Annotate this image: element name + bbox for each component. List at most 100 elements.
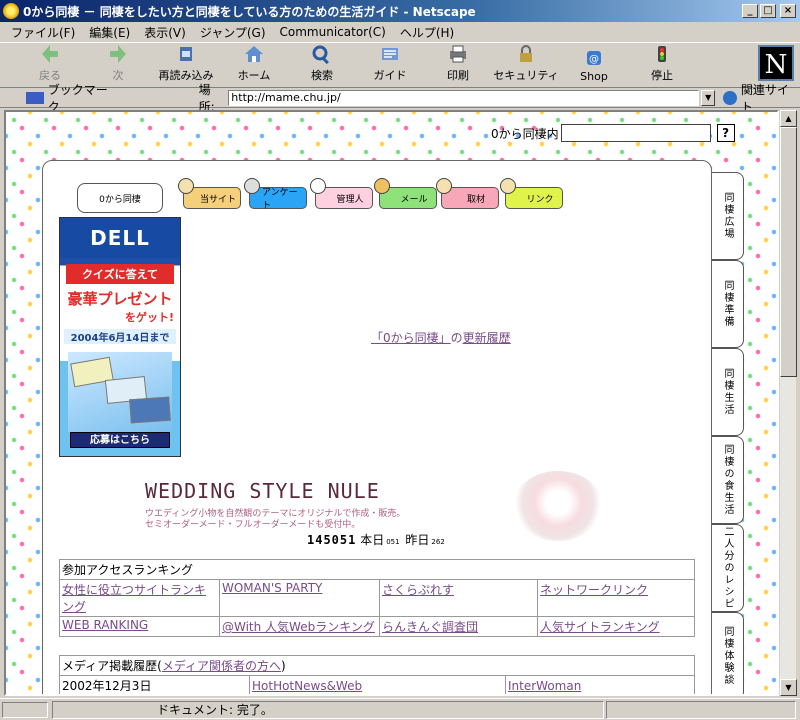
logo-text: 0から同棲 [99,194,141,205]
nav-survey[interactable]: アンケート [244,178,307,211]
netscape-logo: N [758,45,794,81]
netscape-app-icon [3,3,19,19]
scroll-down-button[interactable]: ▼ [780,679,797,696]
bookmark-icon [26,91,44,104]
media-table: メディア掲載履歴(メディア関係者の方へ) 2002年12月3日 HotHotNe… [59,655,695,694]
status-text: ドキュメント: 完了。 [52,700,604,719]
ranking-link[interactable]: ネットワークリンク [540,583,648,597]
counter-yesterday-label: 昨日 [405,533,430,547]
back-arrow-icon [42,45,58,63]
ad-line-present: 豪華プレゼント [67,290,173,308]
side-tab-recipe[interactable]: 二人分のレシピ [712,524,744,612]
shop-icon: @ [587,51,601,65]
stop-button[interactable]: 停止 [628,43,696,87]
nav-about[interactable]: 当サイト [178,178,241,209]
forward-arrow-icon [110,45,126,63]
site-search-button[interactable]: ? [716,124,735,142]
connection-icon [2,701,48,718]
reload-icon [180,47,192,61]
menu-file[interactable]: ファイル(F) [4,24,82,41]
smile-face-icon [500,178,516,194]
site-name-link[interactable]: 「0から同棲」 [371,331,451,345]
nav-links[interactable]: リンク [500,178,563,209]
menu-view[interactable]: 表示(V) [137,24,193,41]
component-bar [606,700,796,719]
table-row: 女性に役立つサイトランキング WOMAN'S PARTY さくらぷれす ネットワ… [59,579,695,617]
media-title: メディア掲載履歴(メディア関係者の方へ) [59,655,695,676]
media-link[interactable]: HotHotNews&Web [252,679,362,693]
related-icon [723,90,737,105]
ranking-link[interactable]: さくらぷれす [382,583,454,597]
main-panel: 0から同棲 当サイト アンケート 管理人 メール 取材 リンク DELL クイズ… [42,160,712,694]
url-input[interactable] [228,89,700,106]
site-logo[interactable]: 0から同棲 [77,183,163,213]
scroll-up-button[interactable]: ▲ [780,110,797,127]
counter-yesterday: 262 [431,538,445,546]
vertical-scrollbar[interactable]: ▲ ▼ [779,110,797,696]
ranking-title: 参加アクセスランキング [59,559,695,580]
menu-edit[interactable]: 編集(E) [82,24,137,41]
ranking-link[interactable]: 女性に役立つサイトランキング [62,583,206,614]
counter-today-label: 本日 [360,533,385,547]
counter-today: 051 [386,538,400,546]
media-contact-link[interactable]: メディア関係者の方へ [162,659,281,673]
site-search-input[interactable] [560,124,711,142]
svg-text:@: @ [589,54,599,65]
lock-icon [520,45,532,62]
nav-mail[interactable]: メール [374,178,437,209]
ranking-link[interactable]: WOMAN'S PARTY [222,581,322,595]
page-viewport: 0から同棲内 ? 0から同棲 当サイト アンケート 管理人 メール 取材 リンク… [4,110,779,696]
ad-line-get: をゲット! [124,311,174,324]
couple-face-icon [436,178,452,194]
status-bar: ドキュメント: 完了。 [0,698,800,720]
home-icon [245,46,263,62]
home-button[interactable]: ホーム [220,43,288,87]
wedding-desc-2: セミオーダーメード・フルオーダーメードも受付中。 [145,520,361,530]
shop-button[interactable]: @ Shop [560,43,628,87]
media-link[interactable]: InterWoman [508,679,581,693]
maximize-button[interactable]: □ [760,4,776,18]
scroll-thumb[interactable] [780,127,797,377]
menu-go[interactable]: ジャンプ(G) [193,24,273,41]
wedding-banner[interactable]: WEDDING STYLE NULE ウエディング小物を自然観のテーマにオリジナ… [145,479,545,531]
navigation-toolbar: 戻る 次 再読み込み ホーム 検索 ガイド 印刷 セキュリティ @ Shop 停… [0,42,800,88]
ad-line-quiz: クイズに答えて [66,264,174,284]
window-title: 0から同棲 － 同棲をしたい方と同棲をしている方のための生活ガイド - Nets… [23,4,476,19]
side-tab-life[interactable]: 同棲生活 [712,348,744,436]
update-history-link[interactable]: 更新履歴 [463,331,511,345]
table-row: WEB RANKING @With 人気Webランキング らんきんぐ調査団 人気… [59,616,695,637]
title-bar: 0から同棲 － 同棲をしたい方と同棲をしている方のための生活ガイド - Nets… [0,0,800,22]
security-button[interactable]: セキュリティ [492,43,560,87]
side-tab-food[interactable]: 同棲の食生活 [712,436,744,524]
ranking-link[interactable]: らんきんぐ調査団 [382,620,478,634]
search-button[interactable]: 検索 [288,43,356,87]
nav-admin[interactable]: 管理人 [310,178,373,209]
ad-apply-button[interactable]: 応募はこちら [70,432,170,448]
guide-icon [382,48,398,60]
side-tab-preparation[interactable]: 同棲準備 [712,260,744,348]
close-button[interactable]: × [780,4,796,18]
search-icon [312,45,329,65]
url-dropdown-button[interactable]: ▼ [701,89,716,106]
guide-button[interactable]: ガイド [356,43,424,87]
menu-help[interactable]: ヘルプ(H) [393,24,461,41]
print-button[interactable]: 印刷 [424,43,492,87]
rabbit-face-icon [310,178,326,194]
update-history: 「0から同棲」の更新履歴 [371,331,511,345]
access-counter: 145051 本日 051 昨日 262 [307,531,447,548]
rose-image [513,471,603,541]
site-search-label: 0から同棲内 [491,126,559,141]
ranking-table: 参加アクセスランキング 女性に役立つサイトランキング WOMAN'S PARTY… [59,559,695,637]
minimize-button[interactable]: _ [742,4,758,18]
ranking-link[interactable]: 人気サイトランキング [540,620,660,634]
ranking-link[interactable]: @With 人気Webランキング [222,620,375,634]
ranking-link[interactable]: WEB RANKING [62,618,148,632]
dell-ad-banner[interactable]: DELL クイズに答えて 豪華プレゼント をゲット! 2004年6月14日まで … [59,217,181,457]
side-tab-plaza[interactable]: 同棲広場 [712,172,744,260]
side-tab-experience[interactable]: 同棲体験談 [712,612,744,694]
table-row: 2002年12月3日 HotHotNews&Web InterWoman [59,675,695,694]
nav-interview[interactable]: 取材 [436,178,499,209]
cat-face-icon [244,178,260,194]
menu-communicator[interactable]: Communicator(C) [273,25,393,39]
ad-line-deadline: 2004年6月14日まで [64,329,176,344]
